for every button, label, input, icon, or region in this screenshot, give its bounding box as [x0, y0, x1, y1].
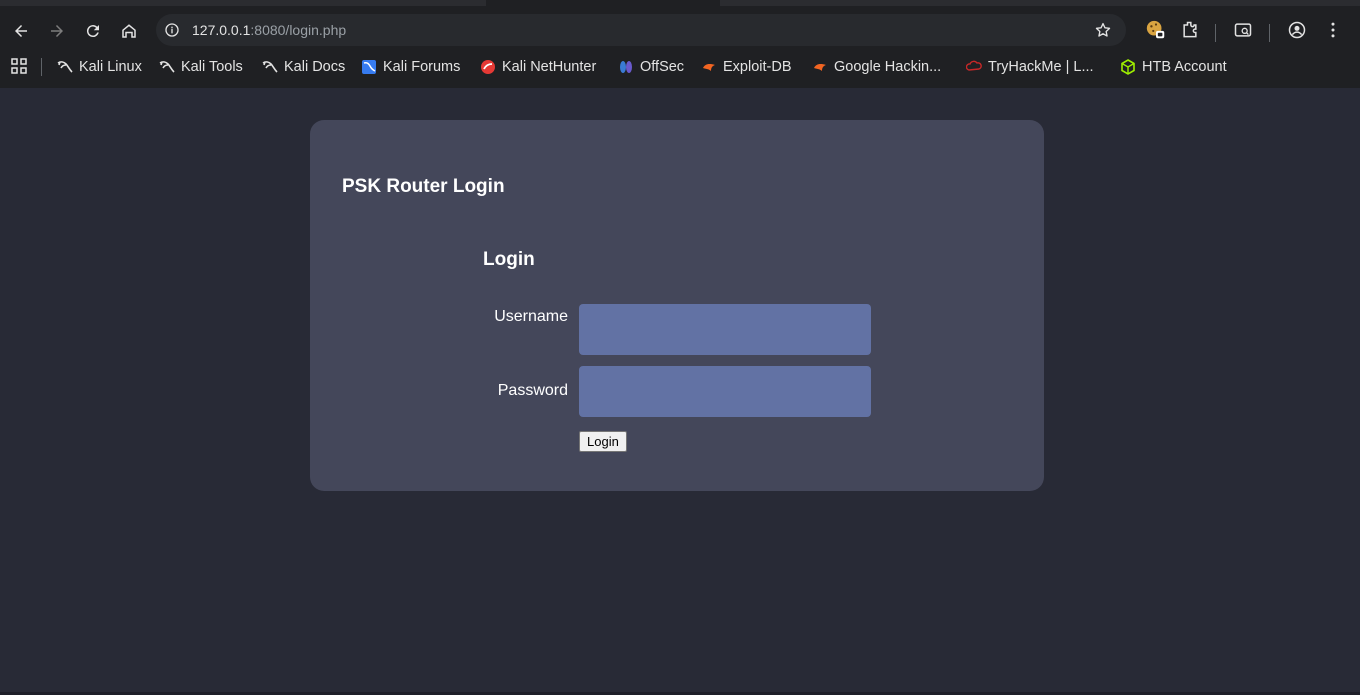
browser-toolbar: 127.0.0.1:8080/login.php [0, 12, 1360, 50]
arrow-left-icon [15, 25, 27, 37]
bookmark-kali-tools[interactable]: Kali Tools [159, 56, 243, 78]
browser-chrome: 127.0.0.1:8080/login.php Kali Linux Kali… [0, 0, 1360, 88]
tab-inactive[interactable] [0, 0, 486, 6]
bookmark-label: Kali NetHunter [502, 59, 597, 75]
bookmark-htb-account[interactable]: HTB Account [1120, 56, 1227, 78]
bookmark-label: Google Hackin... [834, 59, 942, 75]
password-label: Password [497, 382, 568, 399]
url-path: :8080/login.php [250, 22, 347, 38]
cookie-icon [1146, 20, 1165, 39]
page-title: PSK Router Login [342, 176, 505, 197]
kali-dragon-icon [57, 61, 73, 73]
extensions-button[interactable] [1179, 19, 1201, 41]
nethunter-icon [481, 60, 495, 74]
bookmark-label: Kali Linux [79, 59, 142, 75]
url-host: 127.0.0.1 [192, 22, 251, 38]
login-card: PSK Router Login Login Username Password… [310, 120, 1044, 491]
bookmark-label: Kali Forums [383, 59, 461, 75]
address-bar[interactable]: 127.0.0.1:8080/login.php [156, 14, 1126, 46]
bookmark-kali-forums[interactable]: Kali Forums [361, 56, 460, 78]
password-input[interactable] [579, 366, 871, 417]
menu-button[interactable] [1322, 19, 1344, 41]
toolbar-divider [1269, 24, 1270, 42]
bookmark-label: Kali Tools [181, 59, 243, 75]
username-input[interactable] [579, 304, 871, 355]
home-icon [122, 24, 136, 38]
login-button[interactable]: Login [579, 431, 627, 452]
username-label: Username [494, 308, 568, 325]
arrow-right-icon [51, 25, 63, 37]
home-button[interactable] [115, 17, 143, 45]
offsec-icon [620, 61, 632, 73]
bookmark-label: OffSec [640, 59, 685, 75]
bookmark-kali-nethunter[interactable]: Kali NetHunter [480, 56, 596, 78]
form-heading: Login [483, 249, 535, 270]
tryhackme-icon [966, 60, 982, 71]
page-content: PSK Router Login Login Username Password… [0, 88, 1360, 695]
tab-search-button[interactable] [1232, 19, 1254, 41]
bookmarks-bar: Kali Linux Kali Tools Kali Docs Kali For… [0, 54, 1360, 80]
info-icon[interactable] [164, 22, 180, 38]
more-vertical-icon [1331, 22, 1335, 38]
exploitdb-icon [814, 64, 826, 71]
reload-button[interactable] [79, 17, 107, 45]
apps-grid-icon[interactable] [11, 58, 27, 74]
reload-icon [86, 25, 99, 38]
bookmark-label: TryHackMe | L... [988, 59, 1094, 75]
exploitdb-icon [703, 64, 715, 71]
htb-icon [1121, 59, 1135, 75]
tab-inactive[interactable] [720, 0, 1360, 6]
cookie-extension-button[interactable] [1145, 19, 1167, 41]
profile-button[interactable] [1286, 19, 1308, 41]
back-button[interactable] [7, 17, 35, 45]
tab-search-icon [1234, 23, 1252, 37]
bookmark-exploit-db[interactable]: Exploit-DB [701, 56, 792, 78]
bookmark-tryhackme[interactable]: TryHackMe | L... [966, 56, 1094, 78]
bookmark-kali-linux[interactable]: Kali Linux [57, 56, 142, 78]
bookmark-google-hacking[interactable]: Google Hackin... [812, 56, 941, 78]
kali-forums-icon [362, 60, 376, 74]
kali-dragon-icon [159, 61, 175, 73]
puzzle-icon [1183, 21, 1197, 38]
bookmark-label: HTB Account [1142, 59, 1227, 75]
bookmark-label: Kali Docs [284, 59, 346, 75]
bookmarks-divider [41, 58, 42, 76]
url-text[interactable]: 127.0.0.1:8080/login.php [192, 22, 346, 38]
toolbar-divider [1215, 24, 1216, 42]
star-icon[interactable] [1094, 21, 1112, 39]
bookmark-offsec[interactable]: OffSec [618, 56, 684, 78]
bookmark-label: Exploit-DB [723, 59, 792, 75]
bookmark-kali-docs[interactable]: Kali Docs [262, 56, 345, 78]
kali-dragon-icon [262, 61, 278, 73]
forward-button[interactable] [43, 17, 71, 45]
profile-icon [1288, 21, 1306, 39]
